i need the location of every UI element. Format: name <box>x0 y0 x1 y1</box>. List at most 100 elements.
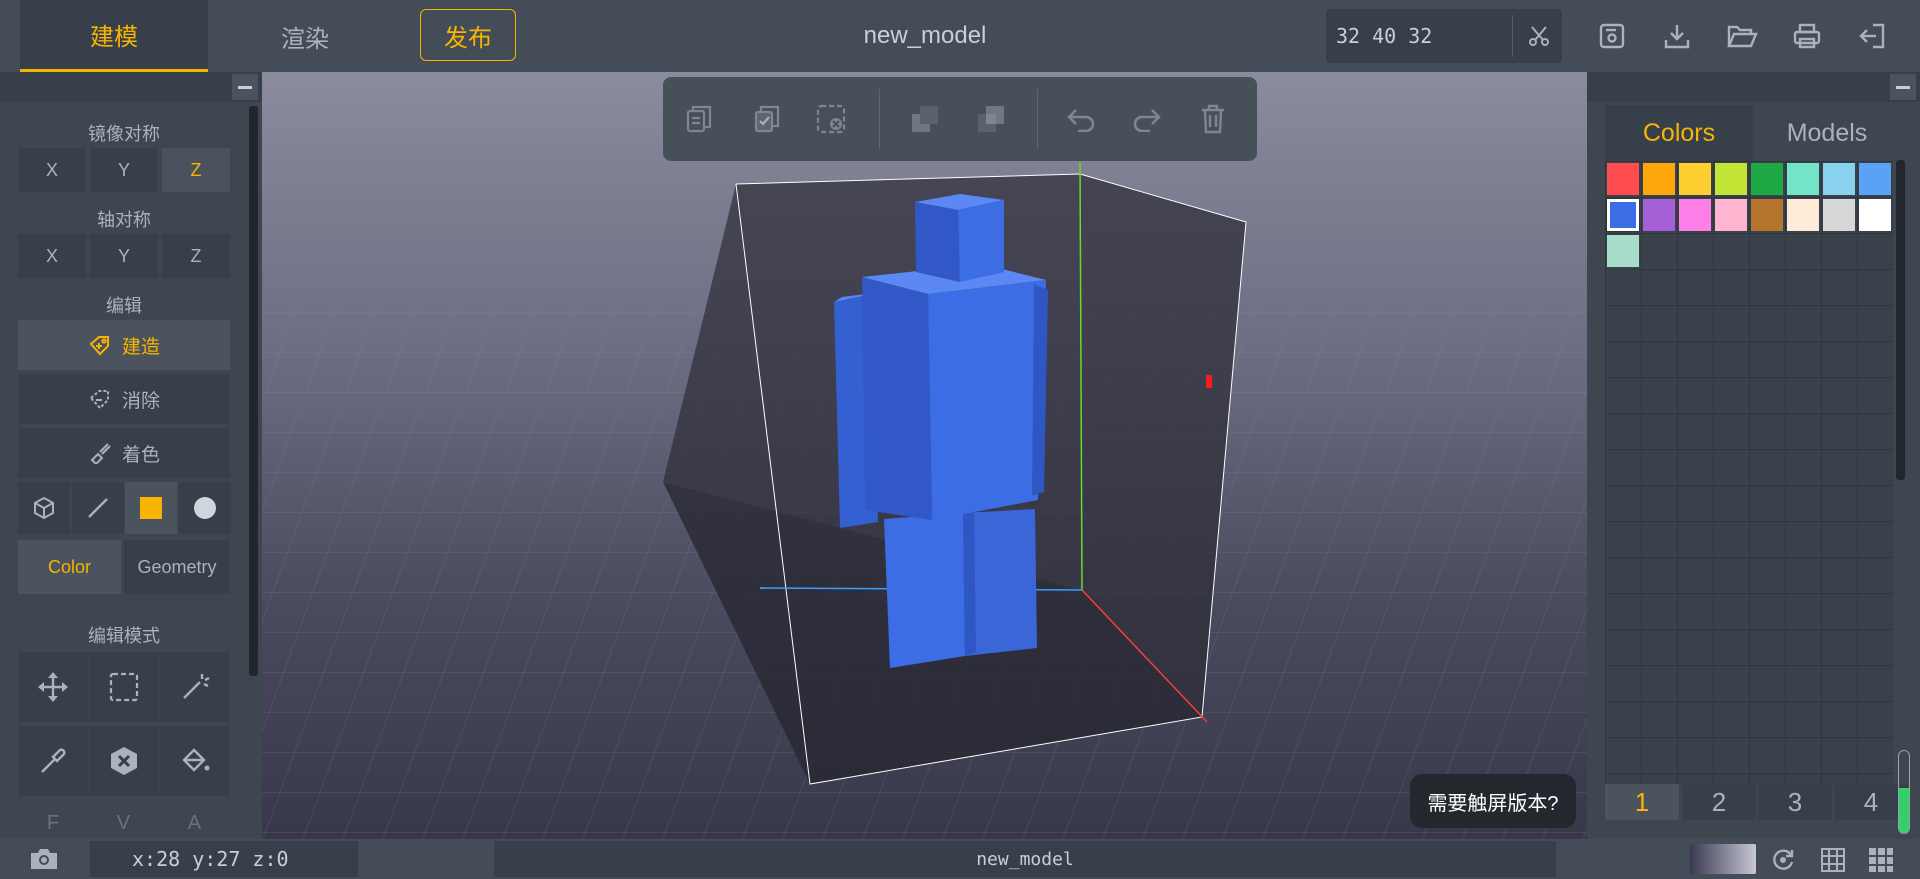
status-title: new_model <box>494 841 1556 877</box>
color-tab[interactable]: Color <box>18 540 121 594</box>
palette-page-2[interactable]: 2 <box>1682 784 1756 820</box>
color-swatch[interactable] <box>1607 163 1639 195</box>
scene-canvas[interactable] <box>262 72 1587 839</box>
status-bar: x:28 y:27 z:0 new_model <box>0 839 1920 879</box>
mirror-x-button[interactable]: X <box>18 148 86 192</box>
eyedropper-button[interactable] <box>18 726 88 796</box>
floating-toolbar <box>663 77 1257 161</box>
build-button[interactable]: 建造 <box>18 320 230 370</box>
copy-icon[interactable] <box>677 97 721 141</box>
right-panel: Colors Models 1 2 3 4 <box>1587 72 1920 839</box>
color-swatch[interactable] <box>1643 199 1675 231</box>
tab-colors[interactable]: Colors <box>1605 105 1753 161</box>
shortcut-letter: V <box>116 812 131 834</box>
color-swatch[interactable] <box>1607 235 1639 267</box>
tab-models[interactable]: Models <box>1753 105 1901 161</box>
publish-button[interactable]: 发布 <box>420 9 516 61</box>
3d-viewport[interactable]: 需要触屏版本? <box>262 72 1587 839</box>
geometry-tab[interactable]: Geometry <box>124 540 230 594</box>
print-icon[interactable] <box>1787 16 1827 56</box>
logout-icon[interactable] <box>1852 16 1892 56</box>
cursor-coordinates: x:28 y:27 z:0 <box>90 841 358 877</box>
color-swatch[interactable] <box>1715 163 1747 195</box>
cube-shape-button[interactable] <box>18 482 70 534</box>
reset-view-icon[interactable] <box>1768 845 1798 875</box>
delete-voxel-button[interactable] <box>89 726 159 796</box>
paste-icon[interactable] <box>745 97 789 141</box>
color-swatch[interactable] <box>1787 163 1819 195</box>
bring-front-icon[interactable] <box>903 97 947 141</box>
clear-selection-icon[interactable] <box>809 97 853 141</box>
edit-label: 编辑 <box>106 296 142 316</box>
trash-icon[interactable] <box>1191 97 1235 141</box>
palette-page-4[interactable]: 4 <box>1834 784 1908 820</box>
save-icon[interactable] <box>1592 16 1632 56</box>
fill-bucket-button[interactable] <box>160 726 230 796</box>
axis-x-button[interactable]: X <box>18 234 86 278</box>
right-panel-header <box>1587 72 1920 102</box>
tab-model[interactable]: 建模 <box>20 0 208 72</box>
axis-y-button[interactable]: Y <box>90 234 158 278</box>
edit-mode-label: 编辑模式 <box>88 626 160 646</box>
color-swatch[interactable] <box>1643 163 1675 195</box>
line-shape-button[interactable] <box>72 482 124 534</box>
left-panel: 镜像对称 X Y Z 轴对称 X Y Z 编辑 建造 消除 着色 Color G… <box>0 72 262 839</box>
level-meter-fill <box>1899 787 1909 833</box>
folder-open-icon[interactable] <box>1722 16 1762 56</box>
send-back-icon[interactable] <box>969 97 1013 141</box>
paint-label: 着色 <box>121 444 160 466</box>
color-swatch[interactable] <box>1859 163 1891 195</box>
dashed-rect-icon <box>109 672 139 702</box>
axis-z-button[interactable]: Z <box>162 234 230 278</box>
move-icon <box>37 671 69 703</box>
color-swatch[interactable] <box>1679 163 1711 195</box>
collapse-left-button[interactable] <box>232 74 258 100</box>
palette-page-1[interactable]: 1 <box>1605 784 1679 820</box>
erase-button[interactable]: 消除 <box>18 374 230 424</box>
color-swatch[interactable] <box>1607 199 1639 231</box>
undo-icon[interactable] <box>1059 97 1103 141</box>
square-shape-button[interactable] <box>125 482 177 534</box>
erase-icon <box>88 388 112 410</box>
color-swatch[interactable] <box>1823 163 1855 195</box>
color-swatch[interactable] <box>1715 199 1747 231</box>
color-swatch[interactable] <box>1787 199 1819 231</box>
collapse-right-button[interactable] <box>1890 74 1916 100</box>
scissors-icon[interactable] <box>1516 9 1562 63</box>
circle-shape-button[interactable] <box>179 482 231 534</box>
tab-render[interactable]: 渲染 <box>215 0 395 72</box>
color-swatch[interactable] <box>1751 163 1783 195</box>
paint-button[interactable]: 着色 <box>18 428 230 478</box>
palette-scrollbar[interactable] <box>1896 160 1905 480</box>
touch-version-tooltip[interactable]: 需要触屏版本? <box>1410 774 1576 828</box>
camera-icon[interactable] <box>26 843 62 875</box>
shortcut-letter: F <box>46 812 60 834</box>
color-swatch[interactable] <box>1751 199 1783 231</box>
select-rect-button[interactable] <box>89 652 159 722</box>
color-swatch[interactable] <box>1823 199 1855 231</box>
toolbar-divider <box>1037 89 1038 149</box>
grid-toggle-icon[interactable] <box>1818 845 1848 875</box>
dimensions-input[interactable]: 32 40 32 <box>1336 9 1506 63</box>
dimensions-divider <box>1512 15 1513 57</box>
mirror-z-button[interactable]: Z <box>162 148 230 192</box>
move-tool-button[interactable] <box>18 652 88 722</box>
mode-shortcut-letters: F V A <box>18 812 230 835</box>
mirror-y-button[interactable]: Y <box>90 148 158 192</box>
hex-close-icon <box>109 746 139 776</box>
background-gradient-swatch[interactable] <box>1690 844 1756 874</box>
document-title: new_model <box>863 22 987 49</box>
left-scrollbar[interactable] <box>249 106 258 676</box>
color-swatch[interactable] <box>1679 199 1711 231</box>
redo-icon[interactable] <box>1125 97 1169 141</box>
color-palette[interactable] <box>1605 161 1893 785</box>
cube-icon <box>32 496 56 520</box>
magic-wand-button[interactable] <box>160 652 230 722</box>
palette-page-3[interactable]: 3 <box>1758 784 1832 820</box>
magic-wand-icon <box>180 672 210 702</box>
download-icon[interactable] <box>1657 16 1697 56</box>
grid-fine-icon[interactable] <box>1866 845 1896 875</box>
top-bar: 建模 渲染 发布 new_model 32 40 32 <box>0 0 1920 72</box>
color-swatch[interactable] <box>1859 199 1891 231</box>
shortcut-letter: A <box>187 812 202 834</box>
